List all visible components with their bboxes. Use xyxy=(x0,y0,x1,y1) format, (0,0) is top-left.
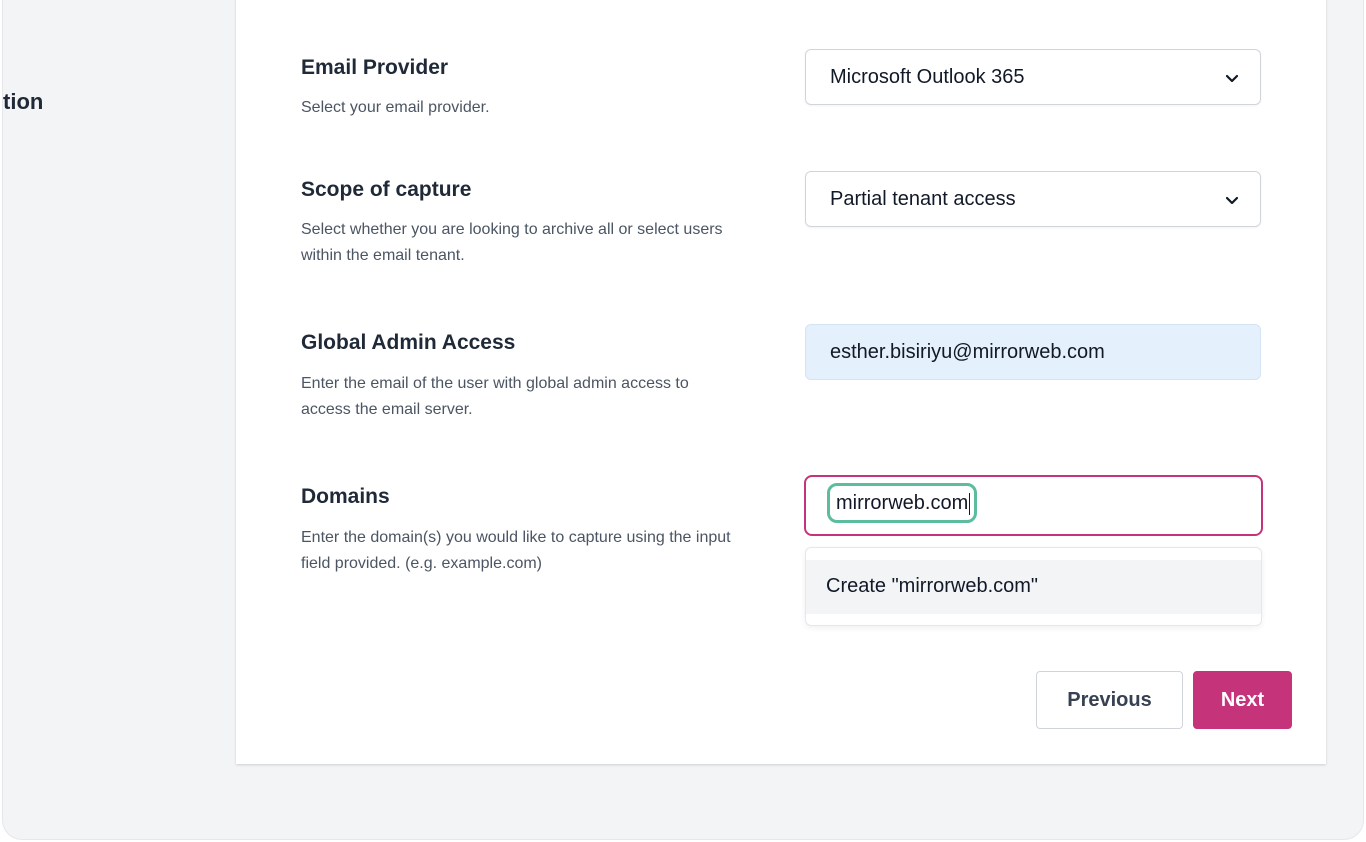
scope-select[interactable]: Partial tenant access xyxy=(805,171,1261,227)
domains-description: Enter the domain(s) you would like to ca… xyxy=(301,529,731,572)
text-caret xyxy=(969,492,971,515)
domains-title: Domains xyxy=(301,485,390,508)
global-admin-title: Global Admin Access xyxy=(301,331,516,354)
scope-title: Scope of capture xyxy=(301,178,472,201)
create-domain-option-label: Create "mirrorweb.com" xyxy=(826,575,1039,597)
email-provider-description: Select your email provider. xyxy=(301,99,490,116)
previous-button[interactable]: Previous xyxy=(1036,671,1183,729)
scope-selected-value: Partial tenant access xyxy=(830,188,1016,210)
email-provider-title: Email Provider xyxy=(301,56,449,79)
form-card: Email Provider Select your email provide… xyxy=(236,0,1326,764)
email-provider-selected-value: Microsoft Outlook 365 xyxy=(830,66,1025,88)
scope-description: Select whether you are looking to archiv… xyxy=(301,221,723,264)
domains-suggestion-dropdown: Create "mirrorweb.com" xyxy=(805,547,1262,626)
domains-input[interactable]: mirrorweb.com xyxy=(804,475,1263,536)
domain-typed-chip[interactable]: mirrorweb.com xyxy=(827,483,978,523)
page-background: tion Email Provider Select your email pr… xyxy=(2,0,1364,840)
global-admin-description: Enter the email of the user with global … xyxy=(301,375,689,418)
section-heading: tion xyxy=(3,89,44,114)
domain-typed-value: mirrorweb.com xyxy=(836,492,969,514)
global-admin-email-value: esther.bisiriyu@mirrorweb.com xyxy=(830,341,1105,363)
next-button[interactable]: Next xyxy=(1193,671,1292,729)
create-domain-option[interactable]: Create "mirrorweb.com" xyxy=(806,560,1261,614)
global-admin-email-input[interactable]: esther.bisiriyu@mirrorweb.com xyxy=(805,324,1261,380)
email-provider-select[interactable]: Microsoft Outlook 365 xyxy=(805,49,1261,105)
chevron-down-icon xyxy=(1225,74,1239,83)
chevron-down-icon xyxy=(1225,196,1239,205)
